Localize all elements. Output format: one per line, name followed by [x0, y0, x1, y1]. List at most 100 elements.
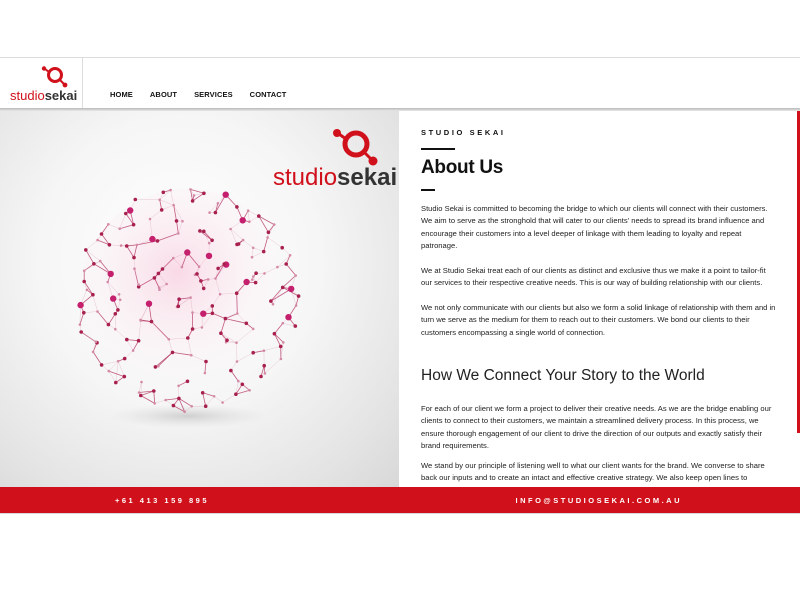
network-node — [149, 235, 156, 243]
network-node — [92, 262, 96, 266]
network-node — [172, 256, 175, 260]
network-node — [190, 199, 195, 203]
network-node — [155, 239, 160, 243]
section-subheading: How We Connect Your Story to the World — [421, 367, 705, 384]
network-node — [250, 255, 254, 259]
hero-logo-word-bold: sekai — [337, 164, 397, 191]
network-node — [192, 194, 196, 197]
network-node — [152, 389, 156, 393]
network-node — [99, 363, 104, 367]
network-node — [107, 243, 112, 247]
network-node — [85, 288, 89, 292]
network-node — [253, 280, 258, 285]
network-node — [91, 292, 95, 297]
network-node — [225, 338, 229, 342]
header-logo[interactable]: studiosekai — [0, 58, 83, 110]
network-node — [210, 238, 214, 243]
network-node — [94, 340, 98, 343]
network-node — [234, 392, 238, 397]
network-node — [133, 197, 138, 202]
connect-paragraph: We stand by our principle of listening w… — [421, 461, 765, 483]
network-node — [222, 262, 226, 266]
hero-artwork: studiosekai — [77, 129, 397, 428]
network-node — [98, 259, 102, 263]
network-node — [288, 285, 295, 293]
network-node — [169, 188, 172, 192]
network-node — [124, 211, 128, 216]
network-node — [131, 349, 135, 352]
network-node — [293, 324, 298, 328]
network-node — [251, 246, 255, 250]
network-node — [236, 312, 239, 315]
network-node — [240, 382, 245, 387]
network-node — [203, 371, 207, 375]
network-node — [139, 318, 142, 322]
header-logo-word-light: studio — [10, 88, 45, 103]
network-node — [266, 230, 271, 235]
network-node — [181, 219, 184, 223]
network-node — [200, 310, 207, 317]
network-node — [148, 217, 152, 221]
network-node — [239, 217, 246, 224]
network-node — [280, 245, 285, 250]
network-node — [229, 227, 232, 231]
section-eyebrow: STUDIO SEKAI — [421, 128, 506, 137]
network-node — [261, 249, 266, 254]
network-node — [251, 278, 254, 281]
network-node — [127, 207, 134, 214]
network-node — [244, 321, 249, 326]
network-node — [77, 301, 84, 309]
footer-email-link[interactable]: INFO@STUDIOSEKAI.COM.AU — [516, 496, 682, 505]
network-node — [251, 350, 255, 355]
network-node — [189, 296, 192, 299]
network-node — [204, 359, 208, 364]
about-content: STUDIO SEKAI About Us Studio Sekai is co… — [399, 111, 798, 487]
network-node — [198, 229, 202, 233]
network-node — [177, 396, 181, 401]
network-node — [248, 220, 251, 223]
nav-about[interactable]: ABOUT — [150, 90, 177, 99]
svg-text:studiosekai: studiosekai — [273, 164, 397, 191]
network-node — [136, 338, 141, 343]
network-node — [190, 405, 193, 408]
network-node — [235, 341, 238, 344]
studio-sekai-logo-icon: studiosekai — [10, 66, 77, 103]
network-node — [152, 276, 157, 280]
network-node — [114, 327, 117, 331]
nav-home[interactable]: HOME — [110, 90, 133, 99]
network-node — [229, 368, 233, 373]
nav-services[interactable]: SERVICES — [194, 90, 233, 99]
network-node — [199, 279, 203, 283]
network-node — [294, 304, 298, 307]
network-node — [272, 331, 277, 336]
network-node — [140, 380, 143, 384]
nav-contact[interactable]: CONTACT — [250, 90, 287, 99]
network-node — [82, 279, 86, 284]
network-node — [237, 379, 240, 383]
network-node — [161, 190, 166, 195]
network-node — [110, 295, 117, 302]
network-node — [139, 393, 143, 398]
network-node — [153, 365, 158, 369]
contact-footer: +61 413 159 895 INFO@STUDIOSEKAI.COM.AU — [0, 487, 800, 513]
network-node — [190, 353, 193, 357]
network-node — [294, 274, 298, 277]
network-node — [263, 372, 267, 375]
about-paragraph: Studio Sekai is committed to becoming th… — [421, 204, 768, 251]
network-node — [180, 265, 184, 269]
title-rule-top — [421, 148, 455, 150]
network-node — [125, 337, 129, 342]
network-node — [203, 404, 208, 409]
network-node — [117, 293, 121, 296]
network-node — [280, 285, 285, 290]
network-node — [243, 278, 250, 286]
network-node — [153, 402, 156, 405]
network-node — [177, 297, 181, 301]
footer-phone-link[interactable]: +61 413 159 895 — [115, 496, 209, 505]
network-node — [212, 395, 216, 398]
svg-text:studiosekai: studiosekai — [10, 88, 77, 103]
network-node — [122, 374, 127, 379]
network-node — [262, 349, 266, 352]
network-node — [190, 327, 195, 331]
network-node — [132, 255, 136, 260]
